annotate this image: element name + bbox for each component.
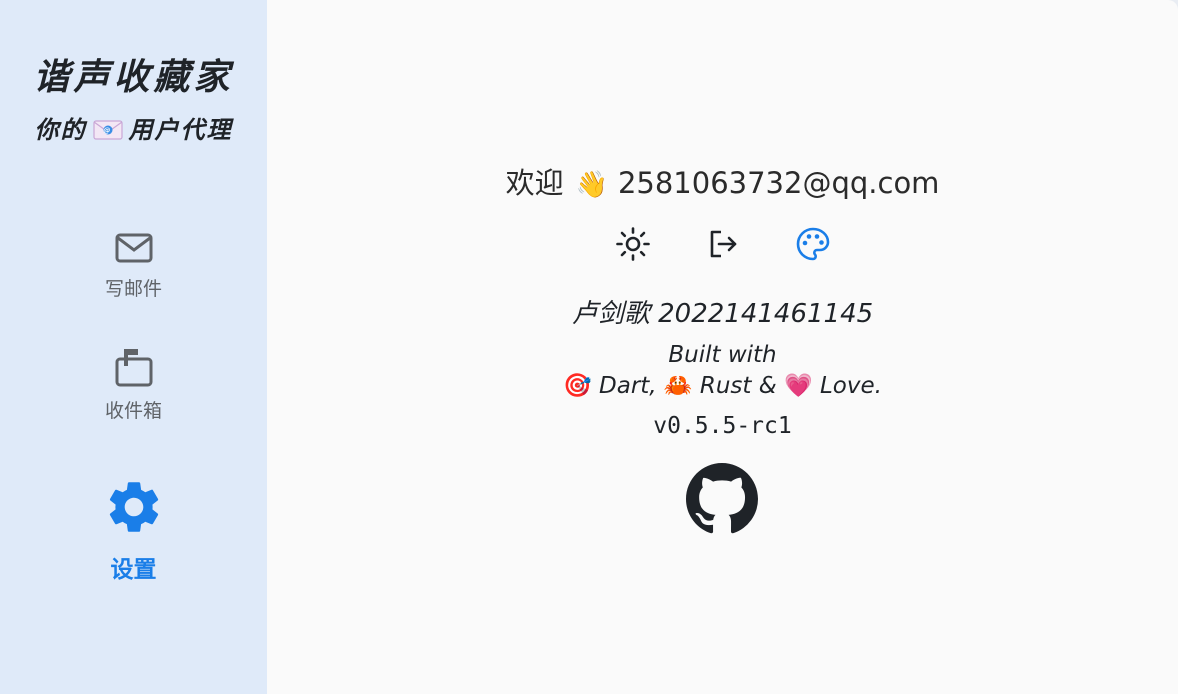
tech-stack-line: 🎯 Dart, 🦀 Rust & 💗 Love.: [267, 371, 1178, 402]
mail-icon: [113, 233, 155, 270]
welcome-line: 欢迎 👋 2581063732@qq.com: [267, 160, 1178, 202]
theme-color-button[interactable]: [795, 226, 831, 266]
nav-inbox[interactable]: 收件箱: [0, 346, 267, 423]
settings-panel: 欢迎 👋 2581063732@qq.com 卢剑歌 2022141461145…: [267, 0, 1178, 694]
logout-icon: [705, 226, 741, 266]
waving-hand-icon: 👋: [575, 170, 608, 200]
user-email: 2581063732@qq.com: [617, 166, 940, 200]
app-subtitle: 你的 @ 用户代理: [0, 110, 267, 145]
rust-label: Rust &: [699, 373, 777, 399]
nav-compose-label: 写邮件: [104, 278, 162, 300]
inbox-icon: [113, 349, 155, 392]
palette-icon: [795, 226, 831, 266]
nav-compose[interactable]: 写邮件: [0, 230, 267, 301]
app-version: v0.5.5-rc1: [653, 413, 792, 439]
logout-button[interactable]: [705, 228, 741, 264]
envelope-emoji-icon: @: [92, 119, 123, 141]
love-label: Love.: [819, 373, 882, 399]
svg-text:@: @: [103, 127, 112, 135]
settings-actions: [267, 226, 1178, 266]
crab-icon: 🦀: [663, 373, 693, 399]
subtitle-prefix: 你的: [34, 116, 87, 144]
app-title: 谐声收藏家: [33, 57, 234, 98]
github-link[interactable]: [686, 463, 758, 535]
subtitle-suffix: 用户代理: [128, 116, 233, 144]
github-icon: [686, 463, 758, 539]
author-info: 卢剑歌 2022141461145: [571, 299, 874, 329]
nav-inbox-label: 收件箱: [104, 400, 162, 422]
gear-icon: [103, 482, 165, 542]
toggle-theme-button[interactable]: [615, 226, 651, 266]
built-with: Built with 🎯 Dart, 🦀 Rust & 💗 Love.: [267, 340, 1178, 402]
brightness-icon: [615, 226, 651, 266]
sidebar: 谐声收藏家 你的 @ 用户代理 写邮件 收件箱 设置: [0, 0, 267, 694]
heart-icon: 💗: [784, 373, 813, 399]
welcome-prefix: 欢迎: [505, 166, 564, 200]
app-window: 谐声收藏家 你的 @ 用户代理 写邮件 收件箱 设置 欢迎 👋 25810637…: [0, 0, 1178, 694]
nav-settings-label: 设置: [110, 557, 157, 583]
built-with-label: Built with: [668, 342, 777, 368]
dart-label: Dart,: [599, 373, 657, 399]
dart-target-icon: 🎯: [563, 373, 592, 399]
nav-settings[interactable]: 设置: [0, 476, 267, 584]
